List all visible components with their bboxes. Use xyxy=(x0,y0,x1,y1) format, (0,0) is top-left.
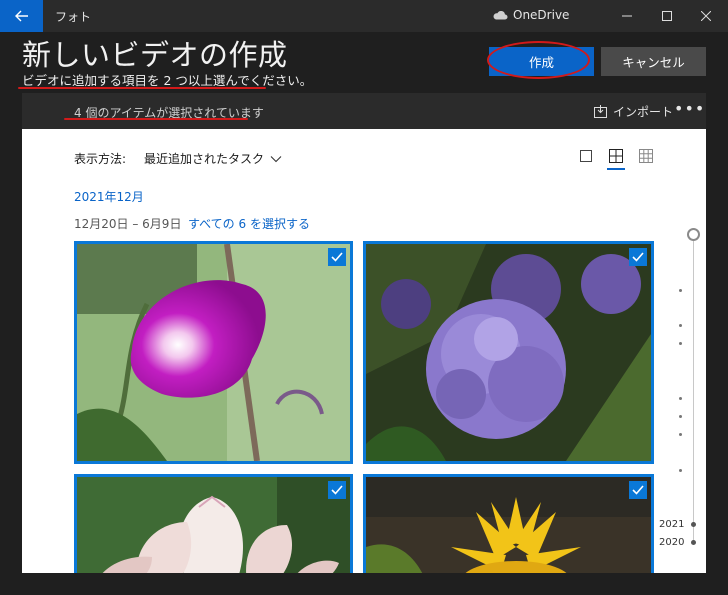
app-name: フォト xyxy=(55,10,92,24)
back-arrow-icon xyxy=(14,10,28,22)
select-all-link[interactable]: すべての 6 を選択する xyxy=(188,215,310,232)
gallery-panel: 表示方法: 最近追加されたタスク 2021年12月 12月20日 – 6月9日 … xyxy=(22,129,706,573)
import-button[interactable]: インポート xyxy=(594,103,673,120)
timeline-track[interactable] xyxy=(693,239,694,544)
view-by-label: 表示方法: xyxy=(74,152,127,166)
timeline-tick xyxy=(679,289,682,292)
chevron-down-icon xyxy=(270,155,282,162)
selection-bar: 4 個のアイテムが選択されています インポート ••• xyxy=(22,93,706,129)
photo-tile[interactable] xyxy=(363,474,654,573)
morning-glory-image xyxy=(77,244,350,461)
annotation-circle-create xyxy=(487,41,590,79)
photo-tile[interactable] xyxy=(74,241,353,464)
timeline-tick xyxy=(679,397,682,400)
month-heading: 2021年12月 xyxy=(74,190,144,204)
photo-tile[interactable] xyxy=(74,474,353,573)
lotus-image xyxy=(77,477,350,573)
import-icon xyxy=(594,105,607,118)
back-button[interactable] xyxy=(0,0,43,32)
timeline-year-label[interactable]: 2020 xyxy=(659,537,684,548)
check-icon xyxy=(331,252,343,262)
timeline-tick xyxy=(679,415,682,418)
page-title: 新しいビデオの作成 xyxy=(22,38,288,72)
title-bar: フォト OneDrive xyxy=(0,0,728,32)
check-icon xyxy=(632,485,644,495)
timeline-year-dot xyxy=(691,540,696,545)
timeline-year-label[interactable]: 2021 xyxy=(659,519,684,530)
checkbox-checked[interactable] xyxy=(328,481,346,499)
small-view-icon[interactable] xyxy=(638,148,654,164)
timeline-year-dot xyxy=(691,522,696,527)
more-options-button[interactable]: ••• xyxy=(674,99,705,118)
cloud-icon xyxy=(493,10,508,20)
onedrive-label: OneDrive xyxy=(513,8,570,22)
onedrive-status[interactable]: OneDrive xyxy=(492,8,569,22)
view-by-dropdown[interactable]: 最近追加されたタスク xyxy=(144,150,282,167)
sunflower-image xyxy=(366,477,651,573)
timeline-thumb[interactable] xyxy=(687,228,700,241)
timeline-tick xyxy=(679,469,682,472)
checkbox-checked[interactable] xyxy=(629,481,647,499)
import-label: インポート xyxy=(613,105,674,119)
view-size-switcher xyxy=(578,148,654,170)
cancel-button[interactable]: キャンセル xyxy=(601,47,706,76)
medium-view-icon[interactable] xyxy=(607,148,625,170)
large-view-icon[interactable] xyxy=(578,148,594,164)
close-icon xyxy=(700,11,711,21)
annotation-underline-count xyxy=(64,118,248,120)
checkbox-checked[interactable] xyxy=(328,248,346,266)
timeline-tick xyxy=(679,324,682,327)
check-icon xyxy=(331,485,343,495)
view-by-value: 最近追加されたタスク xyxy=(144,152,265,166)
minimize-button[interactable] xyxy=(604,0,649,32)
maximize-icon xyxy=(661,11,672,21)
annotation-underline-subtitle xyxy=(18,87,266,89)
minimize-icon xyxy=(621,15,632,17)
check-icon xyxy=(632,252,644,262)
date-range: 12月20日 – 6月9日 xyxy=(74,217,182,231)
checkbox-checked[interactable] xyxy=(629,248,647,266)
timeline-tick xyxy=(679,342,682,345)
timeline-tick xyxy=(679,433,682,436)
hydrangea-image xyxy=(366,244,651,461)
close-button[interactable] xyxy=(683,0,728,32)
photo-tile[interactable] xyxy=(363,241,654,464)
